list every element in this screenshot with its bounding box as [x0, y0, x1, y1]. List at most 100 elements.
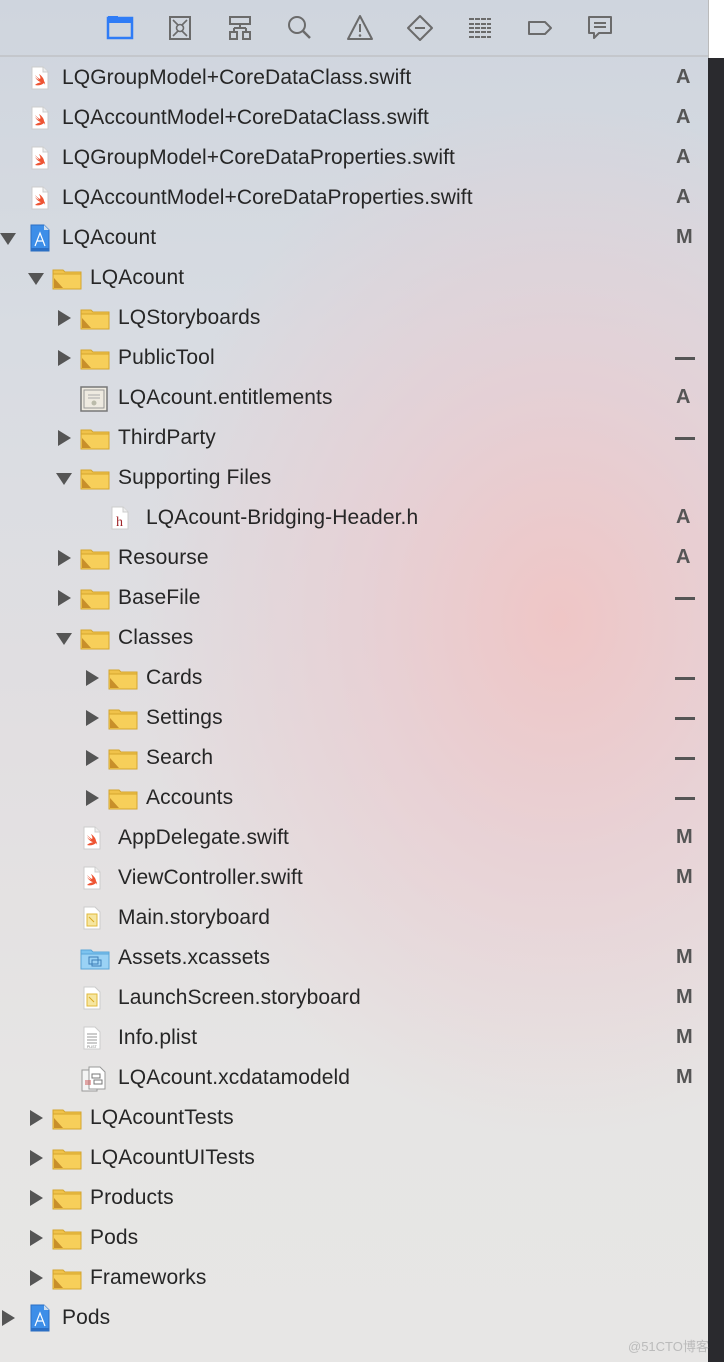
item-label: LQAccountModel+CoreDataProperties.swift	[62, 186, 473, 209]
tree-row[interactable]: AppDelegate.swift M	[0, 818, 708, 858]
folder-icon	[80, 426, 110, 450]
tree-row[interactable]: PLIST Info.plist M	[0, 1018, 708, 1058]
tree-row[interactable]: Accounts	[0, 778, 708, 818]
disclosure-closed-icon[interactable]	[56, 310, 72, 326]
tree-row[interactable]: Main.storyboard	[0, 898, 708, 938]
tree-row[interactable]: PublicTool	[0, 338, 708, 378]
tree-row[interactable]: ViewController.swift M	[0, 858, 708, 898]
folder-icon	[52, 1106, 82, 1130]
item-label: AppDelegate.swift	[118, 826, 289, 849]
swift-icon	[28, 146, 52, 170]
item-label: Info.plist	[118, 1026, 198, 1049]
disclosure-closed-icon[interactable]	[56, 550, 72, 566]
tree-row[interactable]: Classes	[0, 618, 708, 658]
folder-icon[interactable]	[90, 8, 150, 48]
tree-row[interactable]: LQStoryboards	[0, 298, 708, 338]
tree-row[interactable]: Resourse A	[0, 538, 708, 578]
item-label: PublicTool	[118, 346, 215, 369]
status-badge: A	[676, 66, 691, 88]
tree-row[interactable]: LQAccountModel+CoreDataClass.swift A	[0, 98, 708, 138]
tree-row[interactable]: LaunchScreen.storyboard M	[0, 978, 708, 1018]
disclosure-closed-icon[interactable]	[84, 790, 100, 806]
editor-edge	[708, 58, 724, 1362]
disclosure-open-icon[interactable]	[0, 230, 16, 246]
folder-icon	[80, 346, 110, 370]
tree-row[interactable]: ThirdParty	[0, 418, 708, 458]
status-mixed-icon	[675, 357, 695, 360]
folder-icon	[80, 626, 110, 650]
search-icon[interactable]	[270, 8, 330, 48]
project-file-icon	[28, 1304, 52, 1332]
item-label: LQAcount-Bridging-Header.h	[146, 506, 419, 529]
plist-icon: PLIST	[80, 1026, 104, 1050]
tree-row[interactable]: Frameworks	[0, 1258, 708, 1298]
tree-row[interactable]: Cards	[0, 658, 708, 698]
disclosure-closed-icon[interactable]	[84, 710, 100, 726]
tree-row[interactable]: LQAcount.entitlements A	[0, 378, 708, 418]
status-badge: A	[676, 146, 691, 168]
disclosure-closed-icon[interactable]	[84, 670, 100, 686]
tree-row[interactable]: LQAccountModel+CoreDataProperties.swift A	[0, 178, 708, 218]
tree-row[interactable]: LQAcount	[0, 258, 708, 298]
window-edge	[708, 0, 724, 58]
disclosure-closed-icon[interactable]	[56, 430, 72, 446]
item-label: LQAcount	[90, 266, 185, 289]
item-label: Pods	[62, 1306, 111, 1329]
tree-row[interactable]: Settings	[0, 698, 708, 738]
disclosure-open-icon[interactable]	[56, 630, 72, 646]
folder-icon	[80, 306, 110, 330]
tree-row[interactable]: Search	[0, 738, 708, 778]
disclosure-closed-icon[interactable]	[28, 1150, 44, 1166]
svg-text:h: h	[116, 515, 123, 530]
warning-icon[interactable]	[330, 8, 390, 48]
status-mixed-icon	[675, 437, 695, 440]
status-mixed-icon	[675, 677, 695, 680]
report-icon[interactable]	[570, 8, 630, 48]
disclosure-closed-icon[interactable]	[28, 1230, 44, 1246]
source-control-icon[interactable]	[150, 8, 210, 48]
swift-icon	[80, 866, 104, 890]
datamodel-icon	[80, 1066, 106, 1092]
tree-row[interactable]: Assets.xcassets M	[0, 938, 708, 978]
item-label: Frameworks	[90, 1266, 207, 1289]
item-label: LQStoryboards	[118, 306, 261, 329]
disclosure-closed-icon[interactable]	[28, 1190, 44, 1206]
tree-row[interactable]: LQGroupModel+CoreDataClass.swift A	[0, 58, 708, 98]
tree-row[interactable]: Supporting Files	[0, 458, 708, 498]
folder-icon	[108, 786, 138, 810]
disclosure-closed-icon[interactable]	[56, 590, 72, 606]
status-mixed-icon	[675, 797, 695, 800]
disclosure-closed-icon[interactable]	[56, 350, 72, 366]
tree-row[interactable]: LQAcountTests	[0, 1098, 708, 1138]
disclosure-closed-icon[interactable]	[0, 1310, 16, 1326]
disclosure-open-icon[interactable]	[56, 470, 72, 486]
test-icon[interactable]	[390, 8, 450, 48]
status-badge: A	[676, 186, 691, 208]
tree-row[interactable]: h LQAcount-Bridging-Header.h A	[0, 498, 708, 538]
disclosure-closed-icon[interactable]	[84, 750, 100, 766]
tree-row[interactable]: Products	[0, 1178, 708, 1218]
breakpoint-icon[interactable]	[510, 8, 570, 48]
folder-icon	[52, 266, 82, 290]
status-badge: A	[676, 386, 691, 408]
tree-row[interactable]: Pods	[0, 1218, 708, 1258]
status-badge: M	[676, 826, 693, 848]
disclosure-closed-icon[interactable]	[28, 1270, 44, 1286]
hierarchy-icon[interactable]	[210, 8, 270, 48]
tree-row[interactable]: Pods	[0, 1298, 708, 1338]
item-label: LQAccountModel+CoreDataClass.swift	[62, 106, 429, 129]
disclosure-open-icon[interactable]	[28, 270, 44, 286]
item-label: LQAcountTests	[90, 1106, 234, 1129]
disclosure-closed-icon[interactable]	[28, 1110, 44, 1126]
cert-icon	[80, 386, 108, 412]
status-badge: A	[676, 106, 691, 128]
tree-row[interactable]: LQAcount M	[0, 218, 708, 258]
tree-row[interactable]: LQAcountUITests	[0, 1138, 708, 1178]
tree-row[interactable]: LQAcount.xcdatamodeld M	[0, 1058, 708, 1098]
debug-icon[interactable]	[450, 8, 510, 48]
tree-row[interactable]: BaseFile	[0, 578, 708, 618]
tree-row[interactable]: LQGroupModel+CoreDataProperties.swift A	[0, 138, 708, 178]
status-mixed-icon	[675, 757, 695, 760]
folder-icon	[80, 546, 110, 570]
item-label: LaunchScreen.storyboard	[118, 986, 361, 1009]
